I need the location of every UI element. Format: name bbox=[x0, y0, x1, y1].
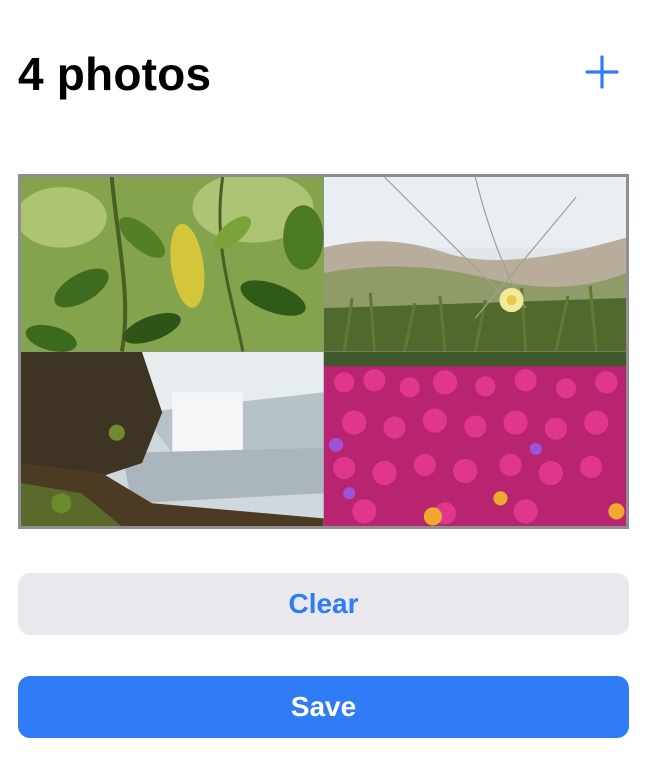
photo-leaves[interactable] bbox=[21, 177, 324, 352]
photo-grid bbox=[18, 174, 629, 529]
save-button[interactable]: Save bbox=[18, 676, 629, 738]
plus-icon bbox=[585, 55, 619, 89]
photo-flowers[interactable] bbox=[323, 351, 626, 526]
page-title: 4 photos bbox=[18, 48, 212, 100]
photo-waterfall[interactable] bbox=[21, 351, 324, 526]
clear-button[interactable]: Clear bbox=[18, 573, 629, 635]
photo-dunes[interactable] bbox=[323, 177, 626, 352]
add-photo-button[interactable] bbox=[584, 54, 620, 90]
